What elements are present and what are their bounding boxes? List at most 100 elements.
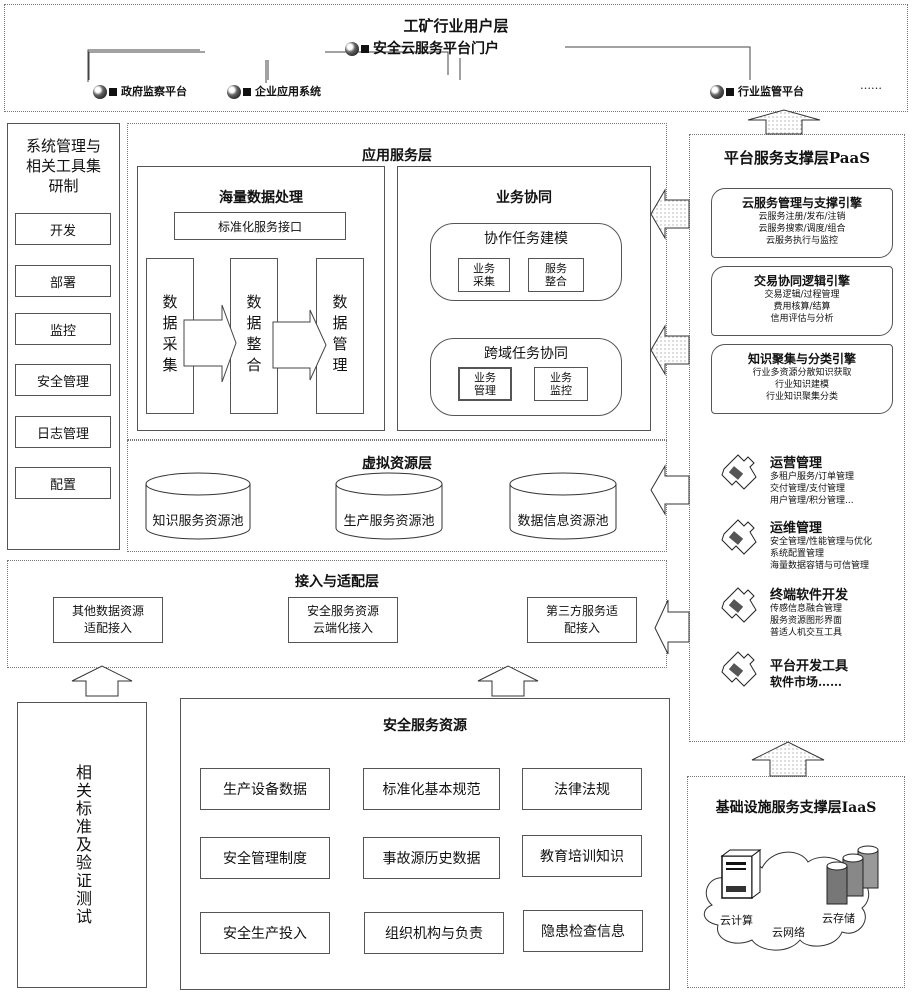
sys-item-label: 开发 bbox=[49, 223, 76, 239]
engine-line: 云服务执行与监控 bbox=[765, 236, 838, 246]
collab-item[interactable]: 服务 整合 bbox=[528, 258, 584, 292]
module-terminal-dev[interactable]: 终端软件开发 传感信息融合管理 服务资源图形界面 普适人机交互工具 bbox=[770, 584, 848, 639]
engine-knowledge[interactable]: 知识聚集与分类引擎 行业多资源分散知识获取 行业知识建模 行业知识聚集分类 bbox=[711, 344, 893, 414]
standard-interface[interactable]: 标准化服务接口 bbox=[174, 212, 346, 240]
resource-label: 法律法规 bbox=[554, 782, 610, 798]
app-layer-title: 应用服务层 bbox=[362, 148, 432, 164]
module-operations[interactable]: 运营管理 多租户服务/订单管理 交付管理/支付管理 用户管理/积分管理... bbox=[770, 452, 854, 507]
mass-data-title: 海量数据处理 bbox=[219, 190, 303, 206]
security-resources-title: 安全服务资源 bbox=[383, 718, 467, 734]
engine-line: 云服务注册/发布/注销 bbox=[758, 212, 846, 222]
access-item-third-party[interactable]: 第三方服务适 配接入 bbox=[527, 597, 637, 643]
standards-title: 相关标准及验证测试 bbox=[73, 764, 92, 926]
standards-panel: 相关标准及验证测试 bbox=[17, 702, 147, 988]
engine-lines: 行业多资源分散知识获取 行业知识建模 行业知识聚集分类 bbox=[712, 367, 892, 403]
resource-label: 安全生产投入 bbox=[223, 926, 307, 942]
module-platform-tools[interactable]: 平台开发工具 软件市场…… bbox=[770, 655, 848, 690]
resource-item[interactable]: 隐患检查信息 bbox=[523, 910, 643, 952]
system-management-title: 系统管理与 相关工具集 研制 bbox=[8, 136, 119, 196]
sys-item-label: 监控 bbox=[49, 323, 76, 339]
virtual-layer-title: 虚拟资源层 bbox=[362, 456, 432, 472]
resource-label: 标准化基本规范 bbox=[382, 782, 481, 798]
pool-knowledge[interactable]: 知识服务资源池 bbox=[146, 510, 250, 529]
stage-manage[interactable]: 数据管理 bbox=[316, 258, 364, 414]
collab-item[interactable]: 业务 管理 bbox=[458, 367, 512, 401]
sys-item-config[interactable]: 配置 bbox=[15, 467, 111, 499]
module-line: 系统配置管理 bbox=[770, 549, 825, 559]
resource-label: 教育培训知识 bbox=[540, 849, 624, 865]
sys-item-log[interactable]: 日志管理 bbox=[15, 416, 111, 448]
resource-item[interactable]: 组织机构与负责 bbox=[364, 912, 504, 954]
stage-label: 数据整合 bbox=[244, 294, 263, 378]
pool-production[interactable]: 生产服务资源池 bbox=[336, 510, 442, 529]
collab-title: 业务协同 bbox=[496, 190, 552, 206]
item-line: 业务 bbox=[550, 371, 572, 384]
item-line: 服务 bbox=[545, 262, 567, 275]
resource-item[interactable]: 安全管理制度 bbox=[200, 837, 330, 879]
collab-item[interactable]: 业务 监控 bbox=[534, 367, 588, 401]
item-line: 配接入 bbox=[563, 621, 600, 635]
sys-item-develop[interactable]: 开发 bbox=[15, 213, 111, 245]
module-title: 运维管理 bbox=[770, 521, 823, 536]
item-line: 云端化接入 bbox=[312, 621, 373, 635]
resource-item[interactable]: 法律法规 bbox=[522, 768, 642, 810]
virtual-resource-layer: 虚拟资源层 bbox=[127, 440, 667, 552]
collab-item[interactable]: 业务 采集 bbox=[458, 258, 510, 292]
arrow-up-icon bbox=[71, 665, 133, 697]
paas-title: 平台服务支撑层PaaS bbox=[723, 149, 871, 167]
sys-item-monitor[interactable]: 监控 bbox=[15, 313, 111, 345]
module-maintenance[interactable]: 运维管理 安全管理/性能管理与优化 系统配置管理 海量数据容错与可信管理 bbox=[770, 517, 872, 572]
stage-label: 数据管理 bbox=[330, 294, 349, 378]
group-title: 协作任务建模 bbox=[484, 231, 568, 247]
resource-label: 生产设备数据 bbox=[223, 782, 307, 798]
item-line: 采集 bbox=[473, 275, 495, 288]
sys-item-security[interactable]: 安全管理 bbox=[15, 364, 111, 396]
engine-cloud-service[interactable]: 云服务管理与支撑引擎 云服务注册/发布/注销 云服务搜索/调度/组合 云服务执行… bbox=[711, 188, 893, 258]
sys-item-label: 配置 bbox=[49, 477, 76, 493]
title-line: 相关工具集 bbox=[25, 157, 101, 175]
engine-line: 行业知识聚集分类 bbox=[765, 392, 838, 402]
module-title: 终端软件开发 bbox=[770, 588, 849, 603]
engine-line: 云服务搜索/调度/组合 bbox=[758, 224, 846, 234]
resource-item[interactable]: 标准化基本规范 bbox=[363, 768, 500, 810]
stage-integrate[interactable]: 数据整合 bbox=[230, 258, 278, 414]
engine-line: 费用核算/结算 bbox=[773, 302, 831, 312]
module-line: 传感信息融合管理 bbox=[770, 604, 843, 614]
module-title: 运营管理 bbox=[770, 456, 823, 471]
module-line: 安全管理/性能管理与优化 bbox=[770, 537, 873, 547]
cloud-storage-label: 云存储 bbox=[822, 912, 855, 925]
engine-title: 知识聚集与分类引擎 bbox=[747, 352, 856, 366]
item-line: 业务 bbox=[474, 371, 496, 384]
module-line: 海量数据容错与可信管理 bbox=[770, 561, 870, 571]
sys-item-label: 安全管理 bbox=[36, 374, 89, 390]
access-item-other[interactable]: 其他数据资源 适配接入 bbox=[53, 597, 163, 643]
sys-item-deploy[interactable]: 部署 bbox=[15, 265, 111, 297]
resource-label: 安全管理制度 bbox=[223, 851, 307, 867]
access-layer-title: 接入与适配层 bbox=[295, 574, 379, 590]
pool-data-info[interactable]: 数据信息资源池 bbox=[510, 510, 616, 529]
resource-item[interactable]: 安全生产投入 bbox=[200, 912, 330, 954]
group-title: 跨域任务协同 bbox=[484, 346, 568, 362]
module-line: 普适人机交互工具 bbox=[770, 628, 843, 638]
module-line: 交付管理/支付管理 bbox=[770, 484, 846, 494]
stage-collect[interactable]: 数据采集 bbox=[146, 258, 194, 414]
sys-item-label: 部署 bbox=[49, 275, 76, 291]
item-line: 适配接入 bbox=[83, 621, 132, 635]
item-line: 安全服务资源 bbox=[306, 604, 379, 618]
item-line: 第三方服务适 bbox=[545, 604, 618, 618]
item-line: 监控 bbox=[550, 384, 572, 397]
engine-lines: 交易逻辑/过程管理 费用核算/结算 信用评估与分析 bbox=[712, 289, 892, 325]
arrow-up-icon bbox=[751, 741, 825, 777]
iaas-layer: 基础设施服务支撑层IaaS bbox=[687, 776, 905, 988]
engine-title: 交易协同逻辑引擎 bbox=[753, 274, 850, 288]
title-line: 系统管理与 bbox=[25, 137, 101, 155]
cloud-compute-label: 云计算 bbox=[720, 914, 753, 927]
title-line: 研制 bbox=[48, 177, 79, 195]
resource-item[interactable]: 生产设备数据 bbox=[200, 768, 330, 810]
module-line: 用户管理/积分管理... bbox=[770, 496, 854, 506]
resource-item[interactable]: 事故源历史数据 bbox=[363, 837, 500, 879]
resource-item[interactable]: 教育培训知识 bbox=[522, 835, 642, 877]
engine-trade-collab[interactable]: 交易协同逻辑引擎 交易逻辑/过程管理 费用核算/结算 信用评估与分析 bbox=[711, 266, 893, 336]
interface-label: 标准化服务接口 bbox=[217, 219, 302, 234]
access-item-security[interactable]: 安全服务资源 云端化接入 bbox=[288, 597, 398, 643]
